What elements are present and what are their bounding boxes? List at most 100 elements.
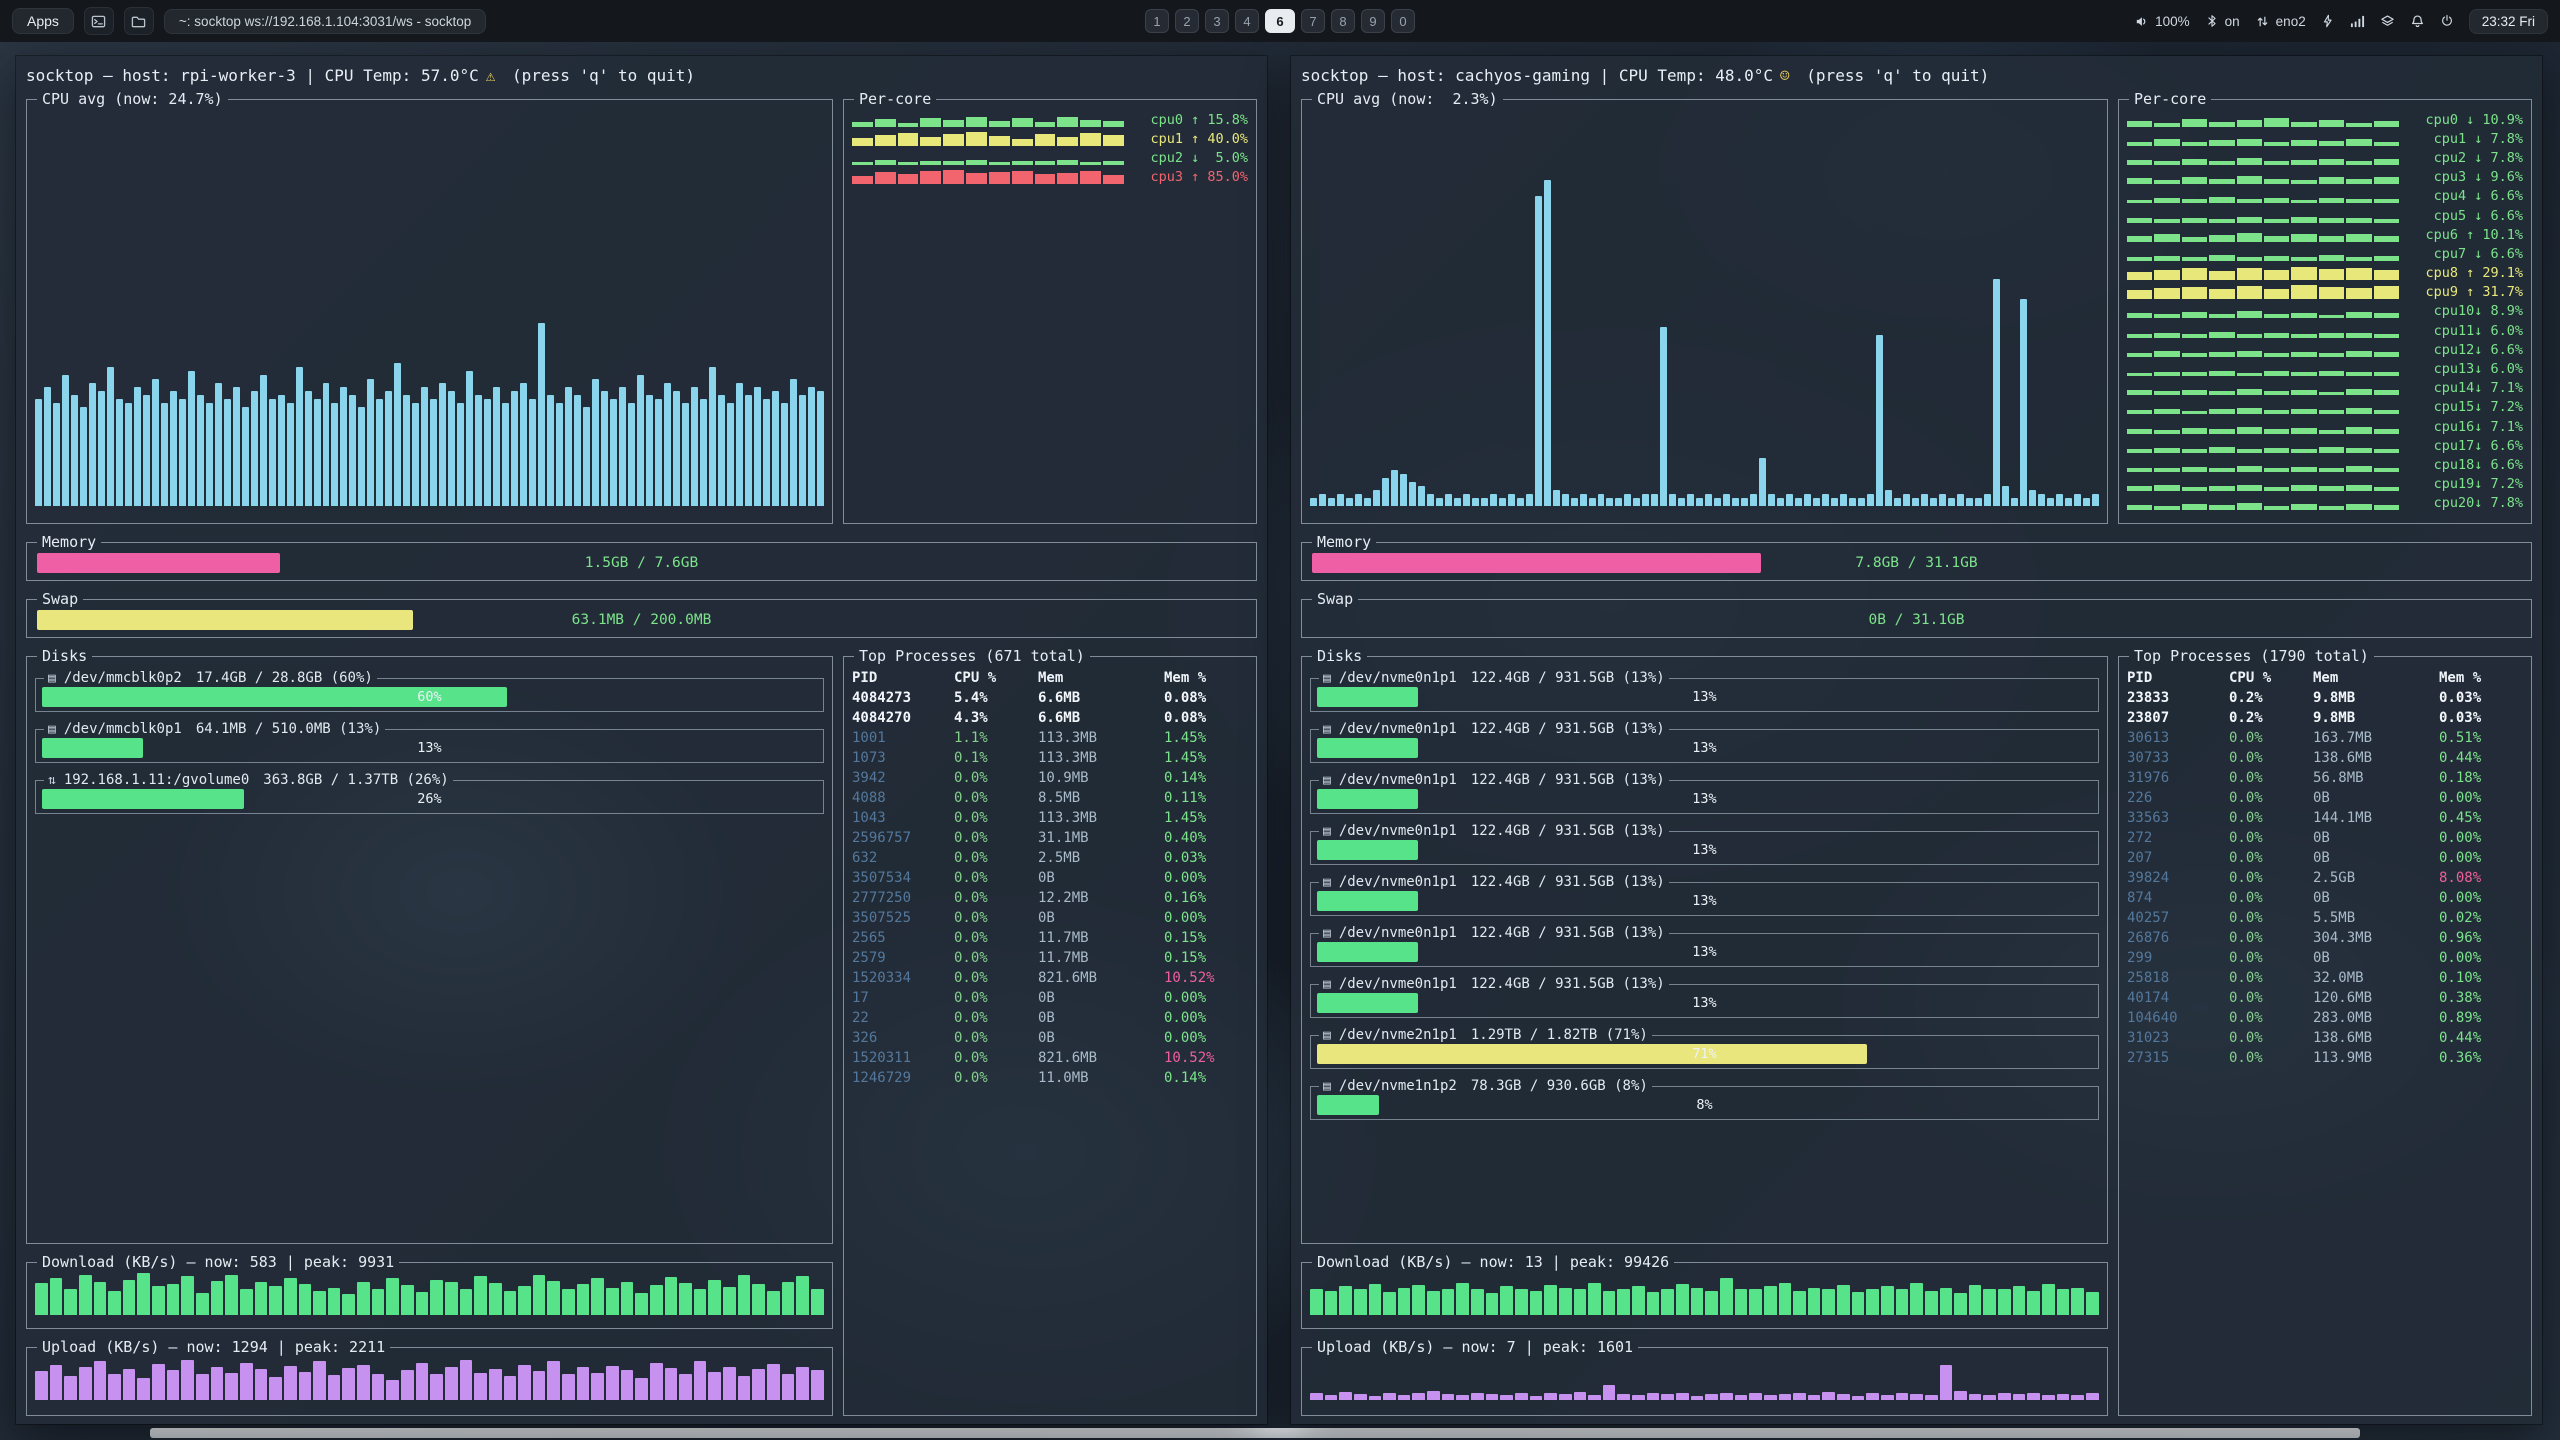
core-row: cpu11↓ 6.0% xyxy=(2127,321,2523,340)
core-label: cpu13↓ 6.0% xyxy=(2409,361,2523,377)
upload-panel: Upload (KB/s) — now: 1294 | peak: 2211 xyxy=(26,1338,833,1416)
bluetooth-status[interactable]: on xyxy=(2205,14,2240,29)
disk-usage: 1.29TB / 1.82TB (71%) xyxy=(1471,1027,1648,1043)
swap-value: 63.1MB / 200.0MB xyxy=(35,608,1248,632)
process-mem-pct: 0.44% xyxy=(2439,748,2523,768)
disk-entry: ▤/dev/nvme0n1p1122.4GB / 931.5GB (13%) 1… xyxy=(1310,874,2099,916)
volume-status[interactable]: 100% xyxy=(2134,14,2190,29)
process-mem: 144.1MB xyxy=(2313,808,2439,828)
layers-status[interactable] xyxy=(2380,14,2395,29)
per-core-title: Per-core xyxy=(2129,90,2211,108)
process-pid: 1520311 xyxy=(852,1048,954,1068)
apps-button[interactable]: Apps xyxy=(12,8,74,34)
process-row: 39824 0.0% 2.5GB 8.08% xyxy=(2127,868,2523,888)
process-mem: 138.6MB xyxy=(2313,1028,2439,1048)
network-arrows-icon xyxy=(2255,14,2270,29)
process-row: 4088 0.0% 8.5MB 0.11% xyxy=(852,788,1248,808)
disk-usage-track: 13% xyxy=(1317,789,2092,809)
process-mem-pct: 1.45% xyxy=(1164,808,1248,828)
disk-usage: 122.4GB / 931.5GB (13%) xyxy=(1471,823,1665,839)
workspace-button[interactable]: 1 xyxy=(1145,9,1169,33)
process-row: 1043 0.0% 113.3MB 1.45% xyxy=(852,808,1248,828)
power-status[interactable] xyxy=(2440,14,2454,28)
workspace-button[interactable]: 7 xyxy=(1301,9,1325,33)
process-pid: 1520334 xyxy=(852,968,954,988)
core-label: cpu5 ↓ 6.6% xyxy=(2409,208,2523,224)
disk-entry: ▤/dev/nvme0n1p1122.4GB / 931.5GB (13%) 1… xyxy=(1310,721,2099,763)
workspace-button[interactable]: 4 xyxy=(1235,9,1259,33)
files-icon[interactable] xyxy=(124,7,154,35)
workspace-button[interactable]: 8 xyxy=(1331,9,1355,33)
disk-list: ▤/dev/mmcblk0p217.4GB / 28.8GB (60%) 60%… xyxy=(35,665,824,814)
disks-panel: Disks ▤/dev/mmcblk0p217.4GB / 28.8GB (60… xyxy=(26,647,833,1244)
notifications-status[interactable] xyxy=(2410,14,2425,29)
disks-title: Disks xyxy=(1312,647,1367,665)
disk-name: /dev/mmcblk0p1 xyxy=(64,721,182,737)
process-pid: 31976 xyxy=(2127,768,2229,788)
memory-panel: Memory 1.5GB / 7.6GB xyxy=(26,533,1257,581)
power-profile-status[interactable] xyxy=(2321,14,2335,28)
process-pid: 1246729 xyxy=(852,1068,954,1088)
process-mem: 9.8MB xyxy=(2313,708,2439,728)
process-mem-pct: 0.00% xyxy=(1164,908,1248,928)
disk-usage-percent: 13% xyxy=(1317,840,2092,860)
disk-entry: ▤/dev/nvme0n1p1122.4GB / 931.5GB (13%) 1… xyxy=(1310,670,2099,712)
disk-usage-percent: 13% xyxy=(1317,993,2092,1013)
terminal-icon[interactable] xyxy=(84,7,114,35)
core-sparkline xyxy=(2127,189,2399,203)
process-pid: 1043 xyxy=(852,808,954,828)
upload-panel: Upload (KB/s) — now: 7 | peak: 1601 xyxy=(1301,1338,2108,1416)
disk-usage-percent: 13% xyxy=(1317,942,2092,962)
process-cpu: 0.0% xyxy=(2229,1048,2313,1068)
workspace-button[interactable]: 6 xyxy=(1265,9,1295,33)
top-bar: Apps ~: socktop ws://192.168.1.104:3031/… xyxy=(0,0,2560,42)
core-row: cpu0 ↓ 10.9% xyxy=(2127,110,2523,129)
process-cpu: 0.0% xyxy=(2229,868,2313,888)
core-sparkline xyxy=(852,151,1124,165)
workspace-button[interactable]: 9 xyxy=(1361,9,1385,33)
cpu-avg-panel: CPU avg (now: 2.3%) xyxy=(1301,90,2108,524)
process-cpu: 0.0% xyxy=(954,988,1038,1008)
process-cpu: 0.0% xyxy=(954,828,1038,848)
core-label: cpu4 ↓ 6.6% xyxy=(2409,188,2523,204)
window-title[interactable]: ~: socktop ws://192.168.1.104:3031/ws - … xyxy=(164,9,486,34)
process-row: 1520334 0.0% 821.6MB 10.52% xyxy=(852,968,1248,988)
swap-value: 0B / 31.1GB xyxy=(1310,608,2523,632)
process-mem: 0B xyxy=(2313,948,2439,968)
top-processes-panel: Top Processes (671 total) PID CPU % Mem … xyxy=(843,647,1257,1416)
disk-name: /dev/nvme0n1p1 xyxy=(1339,976,1457,992)
core-label: cpu11↓ 6.0% xyxy=(2409,323,2523,339)
core-sparkline xyxy=(2127,324,2399,338)
process-row: 1520311 0.0% 821.6MB 10.52% xyxy=(852,1048,1248,1068)
disk-entry: ⇅192.168.1.11:/gvolume0363.8GB / 1.37TB … xyxy=(35,772,824,814)
disk-usage: 122.4GB / 931.5GB (13%) xyxy=(1471,721,1665,737)
process-mem-pct: 0.00% xyxy=(1164,1028,1248,1048)
process-mem: 9.8MB xyxy=(2313,688,2439,708)
workspace-button[interactable]: 0 xyxy=(1391,9,1415,33)
disk-legend: ▤/dev/nvme0n1p1122.4GB / 931.5GB (13%) xyxy=(1319,823,1669,839)
process-mem: 8.5MB xyxy=(1038,788,1164,808)
core-row: cpu10↓ 8.9% xyxy=(2127,302,2523,321)
core-row: cpu19↓ 7.2% xyxy=(2127,475,2523,494)
process-mem: 31.1MB xyxy=(1038,828,1164,848)
disk-usage-track: 13% xyxy=(1317,891,2092,911)
swap-meter: 0B / 31.1GB xyxy=(1310,608,2523,632)
socktop-window[interactable]: socktop — host: cachyos-gaming | CPU Tem… xyxy=(1291,56,2542,1424)
process-mem: 113.3MB xyxy=(1038,808,1164,828)
core-sparkline xyxy=(2127,439,2399,453)
core-sparkline xyxy=(2127,343,2399,357)
core-sparkline xyxy=(2127,209,2399,223)
disk-usage-percent: 8% xyxy=(1317,1095,2092,1115)
network-status[interactable]: eno2 xyxy=(2255,14,2306,29)
process-pid: 226 xyxy=(2127,788,2229,808)
process-mem: 163.7MB xyxy=(2313,728,2439,748)
workspace-button[interactable]: 2 xyxy=(1175,9,1199,33)
process-mem-pct: 0.15% xyxy=(1164,948,1248,968)
socktop-window[interactable]: socktop — host: rpi-worker-3 | CPU Temp:… xyxy=(16,56,1267,1424)
signal-status[interactable] xyxy=(2350,14,2365,29)
disk-usage: 363.8GB / 1.37TB (26%) xyxy=(263,772,448,788)
disk-usage: 122.4GB / 931.5GB (13%) xyxy=(1471,976,1665,992)
process-pid: 2596757 xyxy=(852,828,954,848)
clock[interactable]: 23:32 Fri xyxy=(2469,9,2548,34)
workspace-button[interactable]: 3 xyxy=(1205,9,1229,33)
